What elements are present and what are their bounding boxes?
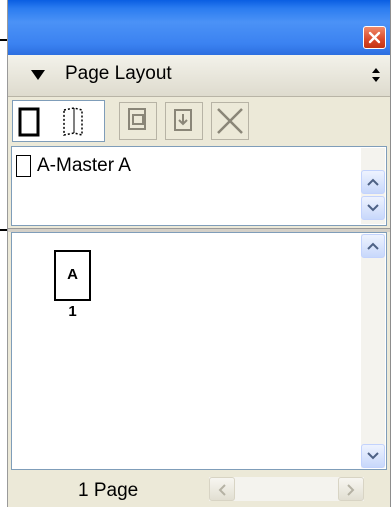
pages-scroll-down-button[interactable] — [361, 444, 385, 468]
new-page-button-group — [12, 100, 105, 142]
import-page-button[interactable] — [165, 102, 203, 140]
x-icon — [217, 108, 243, 134]
close-button[interactable] — [363, 26, 386, 49]
duplicate-page-button[interactable] — [119, 102, 157, 140]
chevron-up-icon — [367, 242, 379, 250]
scroll-left-button[interactable] — [209, 477, 235, 501]
page-layout-panel: Page Layout A-Master A A 1 1 Page — [7, 0, 391, 507]
document-pages-area[interactable]: A 1 — [11, 232, 387, 470]
master-item-a[interactable]: A-Master A — [16, 155, 131, 177]
page-number-label: 1 — [68, 303, 77, 320]
single-page-icon — [18, 107, 40, 137]
masters-scrollbar[interactable] — [361, 148, 385, 224]
pages-scrollbar[interactable] — [361, 234, 385, 468]
triangle-down-icon[interactable] — [30, 69, 46, 81]
panel-status-bar: 1 Page — [8, 471, 390, 507]
master-page-thumbnail-icon — [16, 155, 31, 177]
master-pages-list[interactable]: A-Master A — [11, 146, 387, 226]
scroll-right-button[interactable] — [338, 477, 364, 501]
edge-mark-top — [0, 39, 7, 41]
chevron-up-icon — [367, 178, 379, 186]
master-item-label: A-Master A — [37, 155, 131, 176]
duplicate-icon — [128, 108, 146, 130]
new-facing-page-button[interactable] — [61, 104, 99, 140]
facing-page-icon — [63, 107, 83, 136]
import-icon — [174, 109, 192, 131]
page-thumbnail[interactable]: A — [54, 250, 91, 301]
delete-page-button[interactable] — [211, 102, 249, 140]
chevron-left-icon — [218, 484, 226, 496]
chevron-down-icon — [367, 204, 379, 212]
updown-arrows-icon[interactable] — [371, 67, 381, 83]
page-master-letter: A — [67, 266, 78, 283]
masters-scroll-down-button[interactable] — [361, 196, 385, 220]
chevron-right-icon — [347, 484, 355, 496]
window-titlebar[interactable] — [8, 0, 390, 55]
panel-toolbar — [8, 97, 390, 145]
masters-scroll-up-button[interactable] — [361, 170, 385, 194]
close-x-icon — [368, 31, 381, 44]
page-count-label: 1 Page — [78, 480, 139, 501]
panel-title: Page Layout — [65, 63, 172, 84]
edge-mark-bottom — [0, 229, 7, 231]
new-single-page-button[interactable] — [17, 104, 55, 140]
panel-header[interactable]: Page Layout — [8, 55, 390, 97]
pages-scroll-up-button[interactable] — [361, 234, 385, 258]
chevron-down-icon — [367, 452, 379, 460]
horizontal-scrollbar[interactable] — [209, 477, 364, 501]
